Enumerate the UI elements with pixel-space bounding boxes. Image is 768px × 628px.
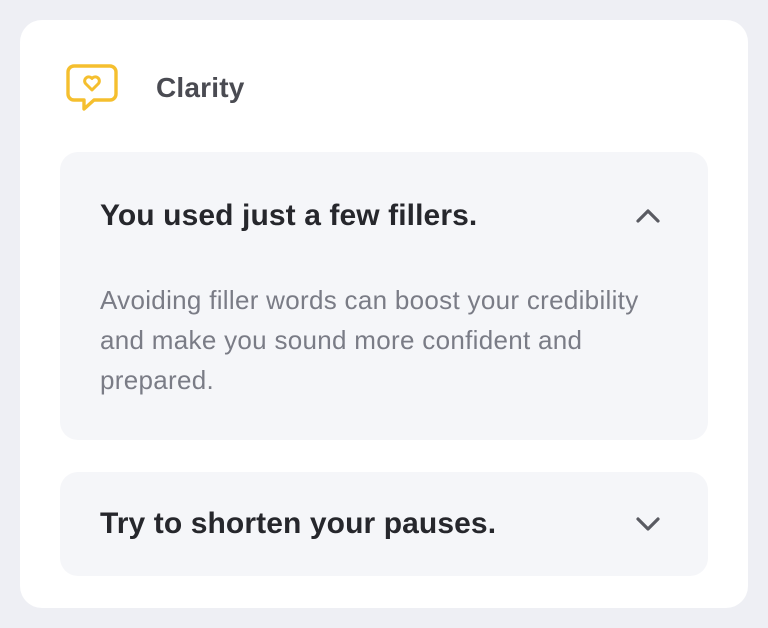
chevron-up-icon[interactable] (628, 196, 668, 236)
section-title: Clarity (156, 72, 245, 103)
accordion-header-pauses[interactable]: Try to shorten your pauses. (100, 504, 668, 544)
card-header: Clarity (66, 62, 245, 114)
speech-bubble-heart-icon (66, 62, 118, 114)
accordion-item-pauses: Try to shorten your pauses. (60, 472, 708, 576)
accordion-header-fillers[interactable]: You used just a few fillers. (100, 196, 668, 236)
accordion-item-fillers: You used just a few fillers. Avoiding fi… (60, 152, 708, 440)
accordion-body-text: Avoiding filler words can boost your cre… (100, 285, 639, 395)
chevron-down-icon[interactable] (628, 504, 668, 544)
clarity-card: Clarity You used just a few fillers. Avo… (20, 20, 748, 608)
accordion-heading: Try to shorten your pauses. (100, 507, 497, 540)
accordion-heading: You used just a few fillers. (100, 199, 478, 232)
